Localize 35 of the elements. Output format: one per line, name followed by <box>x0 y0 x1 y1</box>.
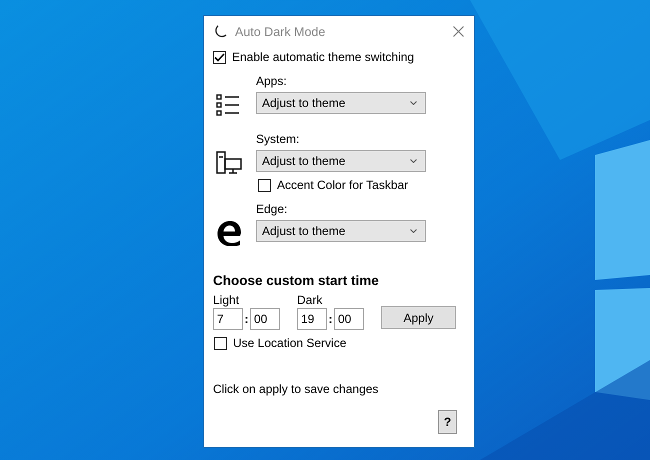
help-button[interactable]: ? <box>438 410 457 434</box>
minute-field[interactable]: 00 <box>250 308 280 330</box>
minute-field[interactable]: 00 <box>334 308 364 330</box>
e-logo-icon <box>216 220 242 246</box>
checkbox-label: Use Location Service <box>233 336 346 350</box>
close-button[interactable] <box>453 26 464 37</box>
window-title: Auto Dark Mode <box>235 24 326 38</box>
list-icon <box>216 94 240 116</box>
time-separator: : <box>244 312 250 326</box>
chevron-down-icon <box>410 229 417 233</box>
hour-field[interactable]: 7 <box>213 308 243 330</box>
section-heading: Choose custom start time <box>213 273 380 288</box>
setting-label: System: <box>256 132 300 147</box>
check-icon <box>214 52 225 62</box>
chevron-down-icon <box>410 101 417 105</box>
checkbox[interactable] <box>258 178 271 192</box>
computer-icon <box>216 151 242 175</box>
time-label: Light <box>213 293 240 308</box>
dropdown[interactable]: Adjust to theme <box>256 150 426 172</box>
hour-field[interactable]: 19 <box>297 308 327 330</box>
checkbox-label: Accent Color for Taskbar <box>277 178 408 192</box>
setting-label: Apps: <box>256 74 288 89</box>
checkbox[interactable] <box>213 50 226 64</box>
apply-button[interactable]: Apply <box>381 306 456 329</box>
chevron-down-icon <box>410 159 417 163</box>
setting-label: Edge: <box>256 202 288 217</box>
dropdown[interactable]: Adjust to theme <box>256 92 426 114</box>
close-icon <box>453 26 464 37</box>
checkbox[interactable] <box>214 336 227 350</box>
time-label: Dark <box>297 293 324 308</box>
checkbox-label: Enable automatic theme switching <box>232 50 414 64</box>
moon-icon <box>213 24 227 38</box>
dropdown[interactable]: Adjust to theme <box>256 220 426 242</box>
hint-text: Click on apply to save changes <box>213 382 380 396</box>
time-separator: : <box>328 312 334 326</box>
